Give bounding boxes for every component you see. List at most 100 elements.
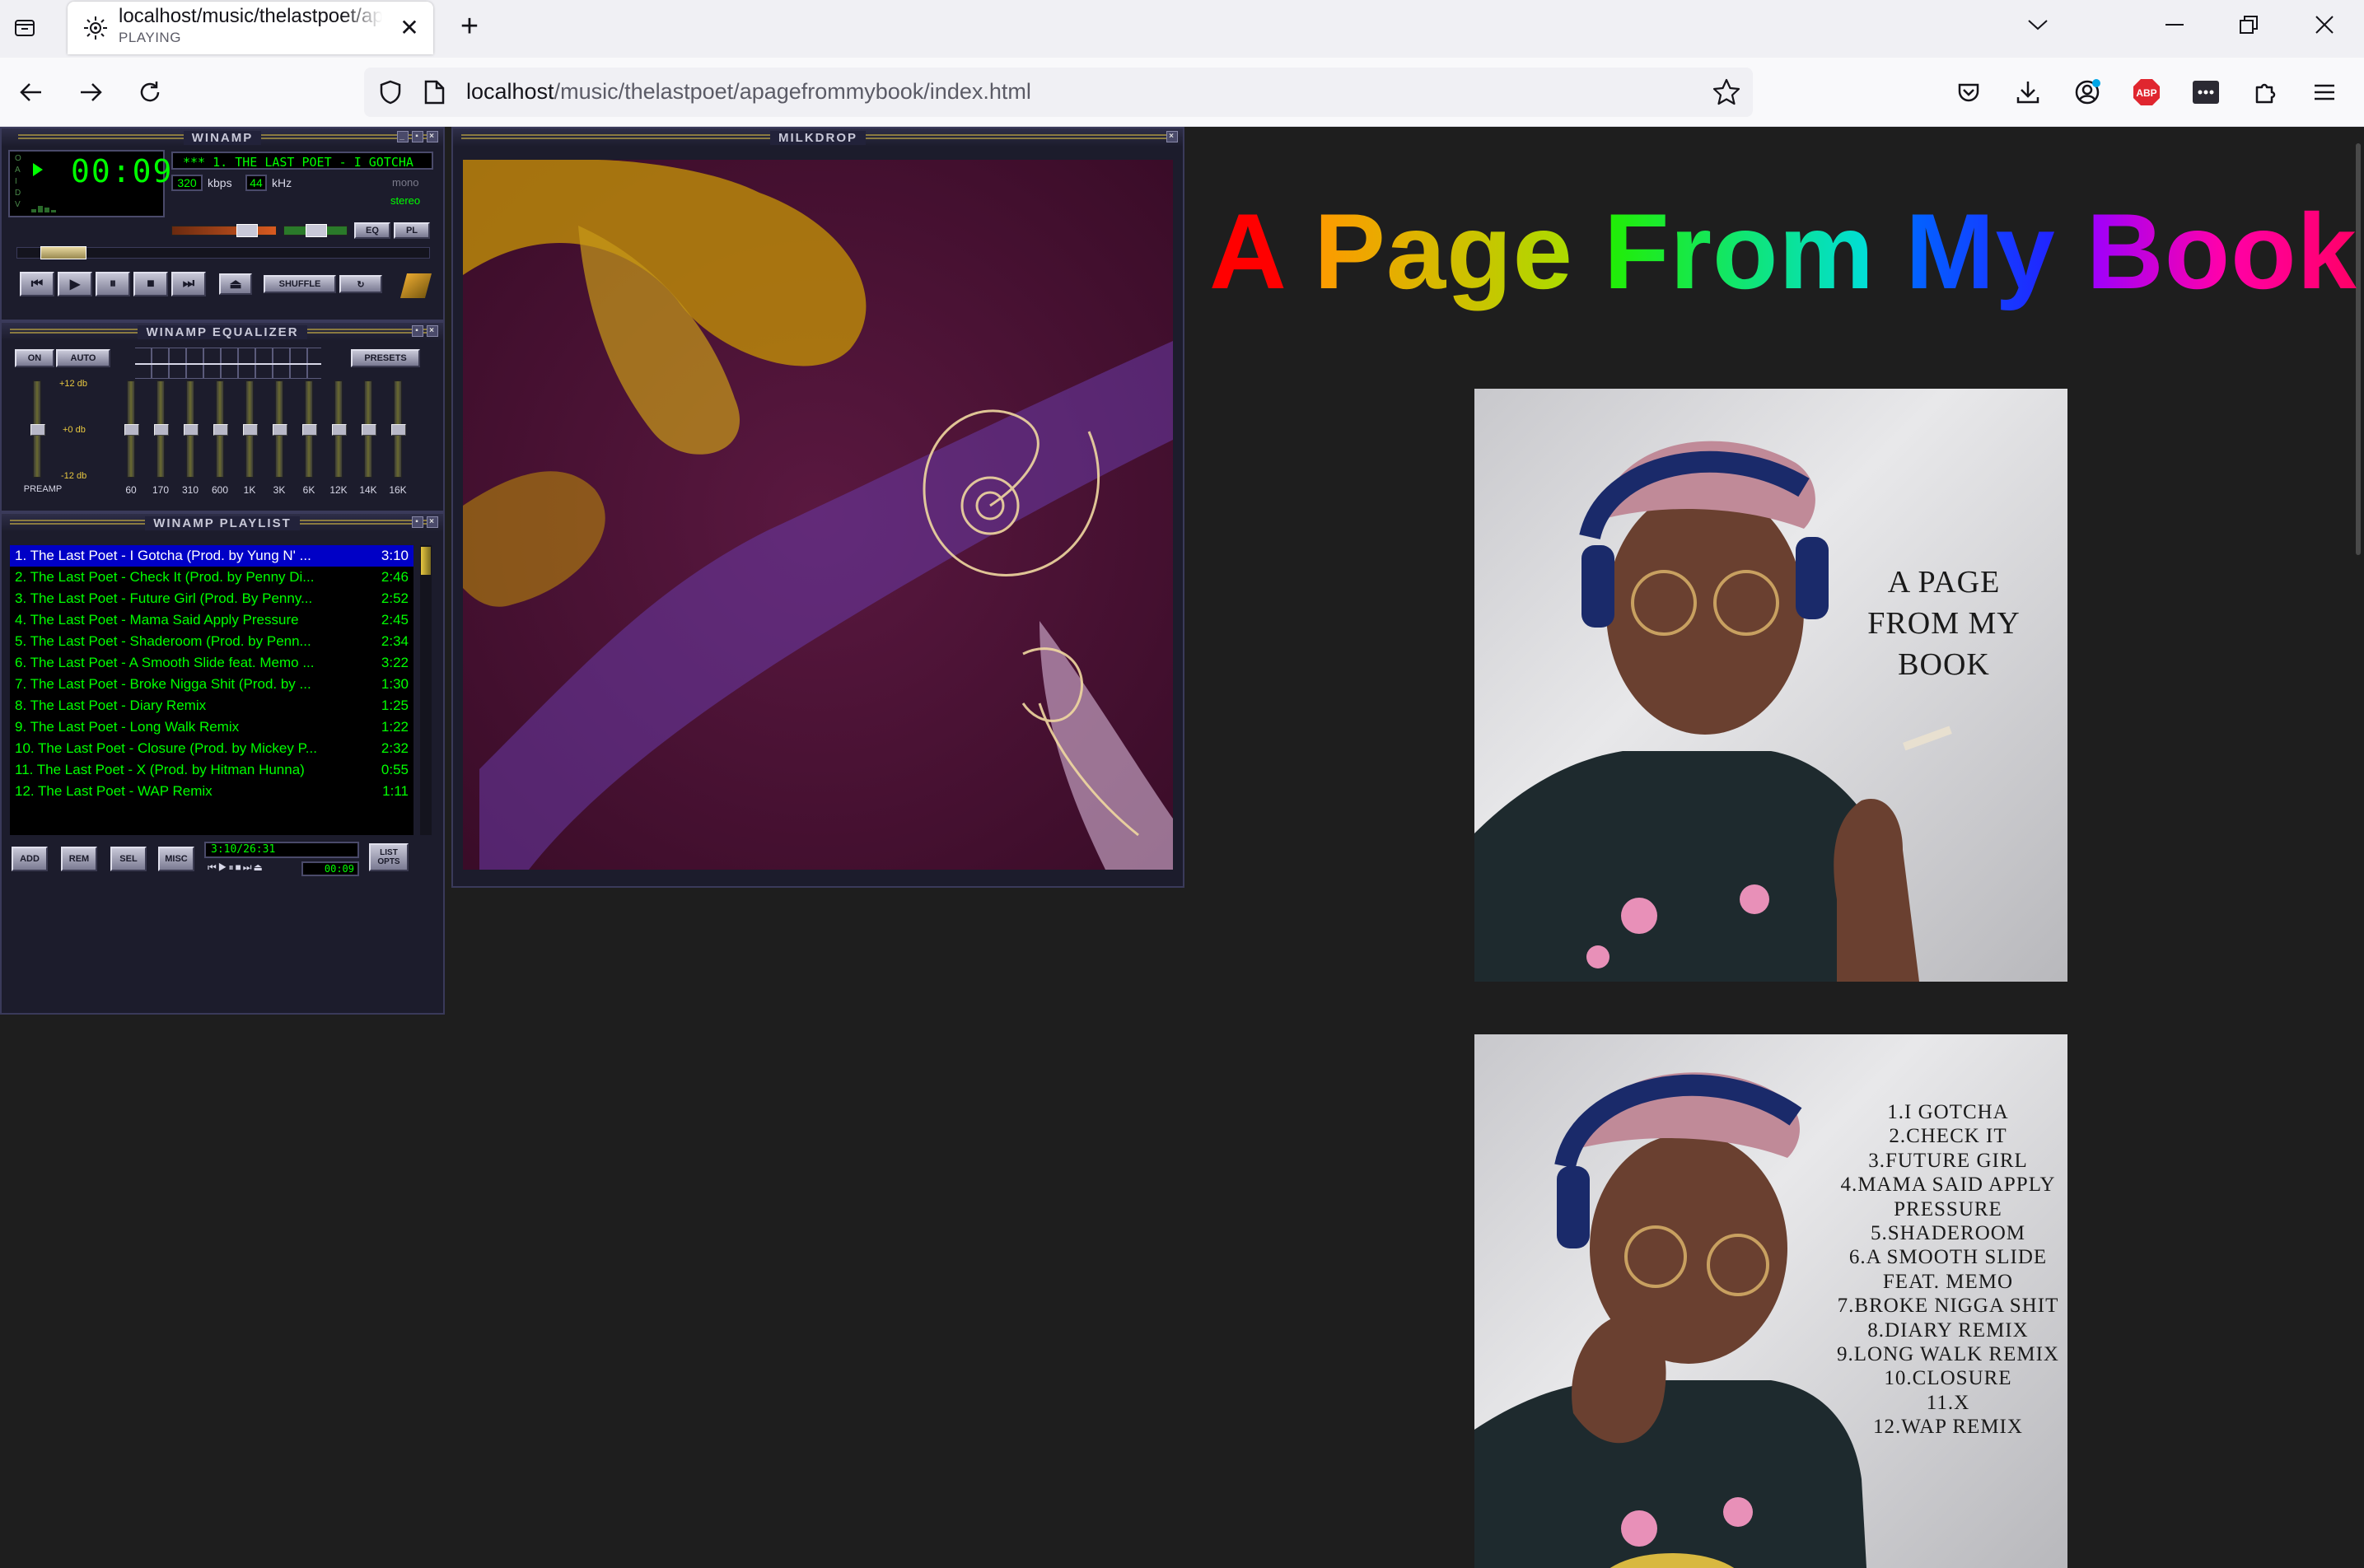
equalizer-titlebar[interactable]: WINAMP EQUALIZER ▪ × bbox=[2, 323, 443, 341]
bookmark-star-icon[interactable] bbox=[1712, 77, 1741, 107]
heading-word-page: Page bbox=[1314, 191, 1573, 311]
close-icon[interactable]: × bbox=[427, 325, 438, 337]
playlist-list[interactable]: 1. The Last Poet - I Gotcha (Prod. by Yu… bbox=[10, 545, 413, 835]
shield-icon[interactable] bbox=[377, 79, 404, 105]
downloads-icon[interactable] bbox=[2008, 72, 2048, 112]
presets-button[interactable]: PRESETS bbox=[351, 349, 420, 367]
reload-icon[interactable] bbox=[130, 72, 170, 112]
song-title-marquee[interactable]: *** 1. THE LAST POET - I GOTCHA bbox=[171, 152, 433, 170]
playlist-row[interactable]: 8. The Last Poet - Diary Remix 1:25 bbox=[10, 695, 413, 716]
milkdrop-titlebar[interactable]: MILKDROP × bbox=[453, 128, 1183, 147]
close-tab-icon[interactable]: ✕ bbox=[397, 15, 422, 40]
stop-icon[interactable]: ■ bbox=[133, 272, 168, 296]
close-icon[interactable]: × bbox=[1166, 131, 1178, 142]
eq-band-slider[interactable] bbox=[391, 380, 406, 478]
repeat-icon[interactable]: ↻ bbox=[339, 275, 382, 293]
page-content: WINAMP _ ▪ × OAIDV 00:09 *** 1. THE LAST P… bbox=[0, 127, 2364, 1568]
equalizer-title: WINAMP EQUALIZER bbox=[138, 324, 307, 339]
close-icon[interactable]: × bbox=[427, 516, 438, 528]
misc-button[interactable]: MISC bbox=[158, 847, 194, 871]
url-bar[interactable]: localhost/music/thelastpoet/apagefrommyb… bbox=[364, 68, 1753, 117]
playlist-row[interactable]: 1. The Last Poet - I Gotcha (Prod. by Yu… bbox=[10, 545, 413, 567]
next-icon[interactable]: ⏭ bbox=[171, 272, 206, 296]
eq-band-label: 3K bbox=[273, 484, 286, 496]
playlist-row[interactable]: 6. The Last Poet - A Smooth Slide feat. … bbox=[10, 652, 413, 674]
preamp-slider[interactable] bbox=[30, 380, 45, 478]
extension-dots-icon[interactable] bbox=[2186, 72, 2226, 112]
winamp-playlist-window: WINAMP PLAYLIST ▪ × 1. The Last Poet - I … bbox=[0, 512, 445, 1015]
previous-icon[interactable]: ⏮ bbox=[20, 272, 54, 296]
eq-band-slider[interactable] bbox=[243, 380, 258, 478]
shuffle-button[interactable]: SHUFFLE bbox=[264, 275, 336, 293]
eq-on-button[interactable]: ON bbox=[15, 349, 54, 367]
cover-track-line: 3.FUTURE GIRL bbox=[1868, 1149, 2028, 1172]
eq-band-slider[interactable] bbox=[332, 380, 347, 478]
select-button[interactable]: SEL bbox=[110, 847, 147, 871]
winamp-logo-icon[interactable] bbox=[399, 273, 432, 298]
eq-band-label: 1K bbox=[243, 484, 256, 496]
eq-btn-label: EQ bbox=[366, 226, 379, 236]
eq-band-slider[interactable] bbox=[273, 380, 287, 478]
page-info-icon[interactable] bbox=[422, 79, 446, 105]
eq-auto-button[interactable]: AUTO bbox=[56, 349, 110, 367]
eject-icon[interactable]: ⏏ bbox=[219, 273, 252, 295]
minimize-icon[interactable] bbox=[2150, 7, 2199, 43]
shade-icon[interactable]: ▪ bbox=[412, 325, 423, 337]
time-display[interactable]: OAIDV 00:09 bbox=[8, 150, 171, 217]
playlist-row[interactable]: 10. The Last Poet - Closure (Prod. by Mi… bbox=[10, 738, 413, 759]
pl-toggle-button[interactable]: PL bbox=[394, 222, 430, 239]
playlist-row[interactable]: 7. The Last Poet - Broke Nigga Shit (Pro… bbox=[10, 674, 413, 695]
track-title: 12. The Last Poet - WAP Remix bbox=[15, 783, 213, 799]
eq-band-slider[interactable] bbox=[184, 380, 199, 478]
page-heading: A Page From My Book bbox=[1209, 189, 2357, 313]
menu-hamburger-icon[interactable] bbox=[2305, 72, 2344, 112]
forward-arrow-icon[interactable] bbox=[71, 72, 110, 112]
url-text[interactable]: localhost/music/thelastpoet/apagefrommyb… bbox=[466, 79, 1031, 105]
account-icon[interactable] bbox=[2067, 72, 2107, 112]
playlist-scrollbar[interactable] bbox=[420, 545, 432, 835]
extensions-puzzle-icon[interactable] bbox=[2245, 72, 2285, 112]
mini-transport[interactable]: ⏮▶⏸■⏭⏏ bbox=[208, 861, 264, 874]
adblock-plus-icon[interactable]: ABP bbox=[2127, 72, 2166, 112]
list-all-tabs-icon[interactable] bbox=[2013, 7, 2063, 43]
pocket-icon[interactable] bbox=[1949, 72, 1988, 112]
eq-band-slider[interactable] bbox=[362, 380, 376, 478]
winamp-main-titlebar[interactable]: WINAMP _ ▪ × bbox=[2, 128, 443, 147]
back-arrow-icon[interactable] bbox=[12, 72, 51, 112]
remove-button[interactable]: REM bbox=[61, 847, 97, 871]
shade-icon[interactable]: ▪ bbox=[412, 516, 423, 528]
list-options-button[interactable]: LIST OPTS bbox=[369, 843, 409, 871]
track-title: 8. The Last Poet - Diary Remix bbox=[15, 698, 207, 713]
eq-band-slider[interactable] bbox=[124, 380, 139, 478]
eq-band-slider[interactable] bbox=[154, 380, 169, 478]
balance-slider[interactable] bbox=[283, 224, 348, 237]
playlist-row[interactable]: 4. The Last Poet - Mama Said Apply Press… bbox=[10, 609, 413, 631]
close-icon[interactable]: × bbox=[427, 131, 438, 142]
playlist-row[interactable]: 11. The Last Poet - X (Prod. by Hitman H… bbox=[10, 759, 413, 781]
playlist-titlebar[interactable]: WINAMP PLAYLIST ▪ × bbox=[2, 514, 443, 532]
seek-bar[interactable] bbox=[16, 246, 430, 259]
close-window-icon[interactable] bbox=[2300, 7, 2349, 43]
tab-list-icon[interactable] bbox=[7, 10, 43, 46]
minimize-icon[interactable]: _ bbox=[397, 131, 409, 142]
playlist-row[interactable]: 3. The Last Poet - Future Girl (Prod. By… bbox=[10, 588, 413, 609]
kbps-value: 320 bbox=[171, 175, 203, 191]
playlist-row[interactable]: 2. The Last Poet - Check It (Prod. by Pe… bbox=[10, 567, 413, 588]
playlist-row[interactable]: 12. The Last Poet - WAP Remix 1:11 bbox=[10, 781, 413, 802]
shade-icon[interactable]: ▪ bbox=[412, 131, 423, 142]
add-button[interactable]: ADD bbox=[12, 847, 48, 871]
eq-toggle-button[interactable]: EQ bbox=[354, 222, 390, 239]
playlist-row[interactable]: 5. The Last Poet - Shaderoom (Prod. by P… bbox=[10, 631, 413, 652]
cover-track-line: 5.SHADEROOM bbox=[1870, 1222, 2026, 1245]
pause-icon[interactable]: ⏸ bbox=[96, 272, 130, 296]
active-tab[interactable]: localhost/music/thelastpoet/apagefrommyb… bbox=[68, 2, 433, 54]
volume-slider[interactable] bbox=[171, 224, 277, 237]
eq-band-slider[interactable] bbox=[213, 380, 228, 478]
milkdrop-visualization[interactable] bbox=[463, 160, 1173, 870]
eq-band-slider[interactable] bbox=[302, 380, 317, 478]
restore-icon[interactable] bbox=[2224, 7, 2273, 43]
play-icon[interactable]: ▶ bbox=[58, 272, 92, 296]
new-tab-button[interactable]: + bbox=[451, 8, 488, 44]
cover-track-line: 1.I GOTCHA bbox=[1887, 1101, 2009, 1123]
playlist-row[interactable]: 9. The Last Poet - Long Walk Remix 1:22 bbox=[10, 716, 413, 738]
